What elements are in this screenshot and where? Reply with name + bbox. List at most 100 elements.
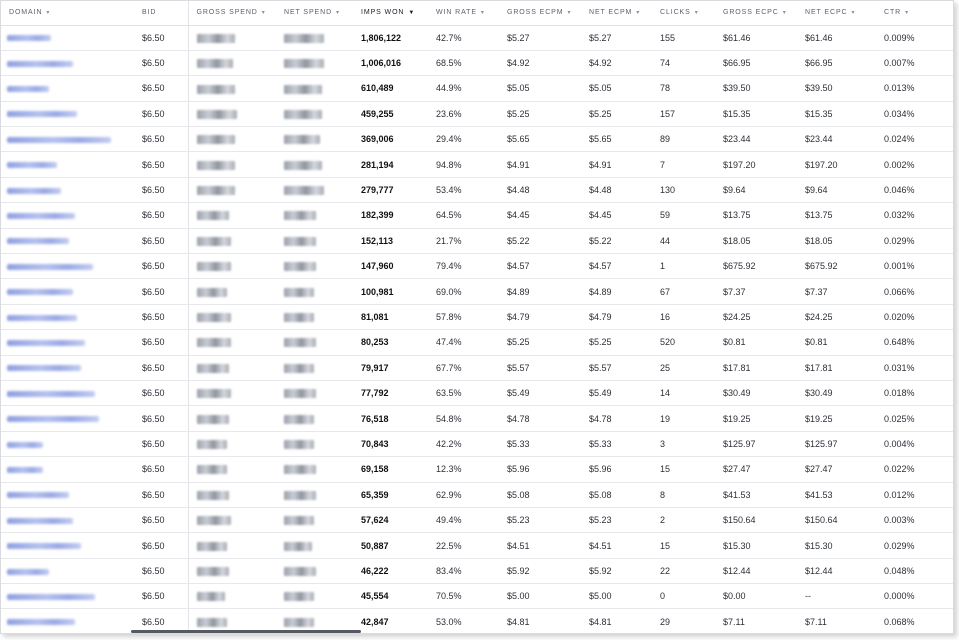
domain-cell[interactable] (1, 329, 134, 356)
table-row[interactable]: $6.50 1,006,016 68.5% $4.92 $4.92 74 $66.95 $66… (1, 50, 953, 77)
gross-spend-cell (187, 25, 276, 51)
sort-arrow-icon[interactable]: ▾ (46, 10, 50, 16)
redacted-domain-link[interactable] (7, 619, 75, 626)
table-row[interactable]: $6.50 281,194 94.8% $4.91 $4.91 7 $197.20 $197.… (1, 151, 953, 178)
domain-cell[interactable] (1, 101, 134, 128)
horizontal-scrollbar[interactable] (131, 630, 361, 633)
table-row[interactable]: $6.50 79,917 67.7% $5.57 $5.57 25 $17.81 $17.81… (1, 355, 953, 381)
redacted-domain-link[interactable] (7, 365, 81, 372)
redacted-domain-link[interactable] (7, 416, 99, 423)
table-row[interactable]: $6.50 50,887 22.5% $4.51 $4.51 15 $15.30 $15.30… (1, 532, 953, 559)
domain-cell[interactable] (1, 482, 134, 508)
table-row[interactable]: $6.50 76,518 54.8% $4.78 $4.78 19 $19.25 $19.25… (1, 405, 953, 432)
redacted-domain-link[interactable] (7, 162, 57, 169)
domain-cell[interactable] (1, 126, 134, 153)
table-row[interactable]: $6.50 147,960 79.4% $4.57 $4.57 1 $675.92 $675.… (1, 253, 953, 280)
column-header-imps-won[interactable]: IMPS WON ▼ (353, 1, 428, 26)
table-row[interactable]: $6.50 459,255 23.6% $5.25 $5.25 157 $15.35 $15.… (1, 101, 953, 128)
column-header-gross-ecpm[interactable]: GROSS ECPM ▾ (499, 1, 581, 26)
domain-cell[interactable] (1, 558, 134, 585)
sort-arrow-icon[interactable]: ▾ (783, 10, 787, 16)
redacted-domain-link[interactable] (7, 314, 77, 321)
domain-cell[interactable] (1, 177, 134, 204)
domain-cell[interactable] (1, 608, 134, 633)
redacted-domain-link[interactable] (7, 390, 95, 397)
column-header-gross-spend[interactable]: GROSS SPEND ▾ (187, 1, 276, 26)
redacted-value (196, 617, 227, 627)
redacted-domain-link[interactable] (7, 35, 51, 42)
redacted-domain-link[interactable] (7, 466, 43, 473)
redacted-domain-link[interactable] (7, 60, 73, 67)
table-row[interactable]: $6.50 80,253 47.4% $5.25 $5.25 520 $0.81 $0.81 0… (1, 329, 953, 356)
domain-cell[interactable] (1, 456, 134, 483)
table-row[interactable]: $6.50 369,006 29.4% $5.65 $5.65 89 $23.44 $23.4… (1, 126, 953, 153)
redacted-domain-link[interactable] (7, 340, 85, 346)
column-header-label: CTR (884, 9, 902, 17)
redacted-domain-link[interactable] (7, 111, 77, 118)
table-row[interactable]: $6.50 65,359 62.9% $5.08 $5.08 8 $41.53 $41.53 0… (1, 482, 953, 508)
sort-arrow-icon[interactable]: ▾ (262, 10, 266, 16)
redacted-domain-link[interactable] (7, 441, 43, 448)
domain-cell[interactable] (1, 75, 134, 102)
domain-cell[interactable] (1, 278, 134, 305)
column-header-gross-ecpc[interactable]: GROSS ECPC ▾ (715, 1, 797, 26)
domain-cell[interactable] (1, 507, 134, 534)
column-header-ctr[interactable]: CTR ▾ (876, 1, 953, 26)
column-header-net-ecpm[interactable]: NET ECPM ▾ (581, 1, 652, 26)
table-row[interactable]: $6.50 81,081 57.8% $4.79 $4.79 16 $24.25 $24.25… (1, 304, 953, 331)
domain-cell[interactable] (1, 355, 134, 381)
table-row[interactable]: $6.50 152,113 21.7% $5.22 $5.22 44 $18.05 $18.0… (1, 228, 953, 255)
redacted-domain-link[interactable] (7, 136, 111, 143)
sort-descending-icon[interactable]: ▼ (408, 10, 415, 16)
domain-cell[interactable] (1, 405, 134, 432)
sort-arrow-icon[interactable]: ▾ (636, 10, 640, 16)
domain-cell[interactable] (1, 50, 134, 77)
table-row[interactable]: $6.50 46,222 83.4% $5.92 $5.92 22 $12.44 $12.44… (1, 558, 953, 585)
table-row[interactable]: $6.50 100,981 69.0% $4.89 $4.89 67 $7.37 $7.37 0… (1, 278, 953, 305)
redacted-domain-link[interactable] (7, 263, 93, 270)
redacted-domain-link[interactable] (7, 492, 69, 499)
column-header-net-spend[interactable]: NET SPEND ▾ (276, 1, 353, 26)
redacted-domain-link[interactable] (7, 187, 61, 194)
sort-arrow-icon[interactable]: ▾ (695, 10, 699, 16)
redacted-domain-link[interactable] (7, 543, 81, 550)
domain-cell[interactable] (1, 431, 134, 458)
sort-arrow-icon[interactable]: ▾ (905, 10, 909, 16)
redacted-domain-link[interactable] (7, 568, 49, 575)
table-row[interactable]: $6.50 77,792 63.5% $5.49 $5.49 14 $30.49 $30.49… (1, 380, 953, 407)
column-header-domain[interactable]: DOMAIN ▾ (1, 1, 134, 26)
redacted-domain-link[interactable] (7, 238, 69, 245)
redacted-domain-link[interactable] (7, 86, 49, 93)
table-row[interactable]: $6.50 70,843 42.2% $5.33 $5.33 3 $125.97 $125.9… (1, 431, 953, 458)
domain-cell[interactable] (1, 202, 134, 229)
table-row[interactable]: $6.50 1,806,122 42.7% $5.27 $5.27 155 $61.46 $6… (1, 25, 953, 51)
domain-cell[interactable] (1, 253, 134, 280)
column-header-win-rate[interactable]: WIN RATE ▾ (428, 1, 499, 26)
domain-cell[interactable] (1, 228, 134, 255)
sort-arrow-icon[interactable]: ▾ (336, 10, 340, 16)
domain-cell[interactable] (1, 583, 134, 610)
domain-cell[interactable] (1, 25, 134, 51)
redacted-domain-link[interactable] (7, 213, 75, 220)
column-header-bid[interactable]: BID (134, 1, 188, 26)
table-row[interactable]: $6.50 610,489 44.9% $5.05 $5.05 78 $39.50 $39.5… (1, 75, 953, 102)
sort-arrow-icon[interactable]: ▾ (851, 10, 855, 16)
sort-arrow-icon[interactable]: ▾ (567, 10, 571, 16)
redacted-domain-link[interactable] (7, 517, 73, 524)
column-header-clicks[interactable]: CLICKS ▾ (652, 1, 715, 26)
domain-cell[interactable] (1, 380, 134, 407)
redacted-domain-link[interactable] (7, 593, 95, 600)
sort-arrow-icon[interactable]: ▾ (481, 10, 485, 16)
column-header-net-ecpc[interactable]: NET ECPC ▾ (797, 1, 876, 26)
table-row[interactable]: $6.50 69,158 12.3% $5.96 $5.96 15 $27.47 $27.47… (1, 456, 953, 483)
domain-cell[interactable] (1, 532, 134, 559)
table-row[interactable]: $6.50 57,624 49.4% $5.23 $5.23 2 $150.64 $150.6… (1, 507, 953, 534)
redacted-domain-link[interactable] (7, 289, 73, 296)
table-row[interactable]: $6.50 45,554 70.5% $5.00 $5.00 0 $0.00 -- 0.000% (1, 583, 953, 610)
table-row[interactable]: $6.50 182,399 64.5% $4.45 $4.45 59 $13.75 $13.7… (1, 202, 953, 229)
domain-cell[interactable] (1, 151, 134, 178)
net-ecpc-cell: $7.11 (797, 608, 876, 633)
domain-cell[interactable] (1, 304, 134, 331)
table-row[interactable]: $6.50 279,777 53.4% $4.48 $4.48 130 $9.64 $9.64… (1, 177, 953, 204)
gross-spend-cell (187, 355, 276, 381)
